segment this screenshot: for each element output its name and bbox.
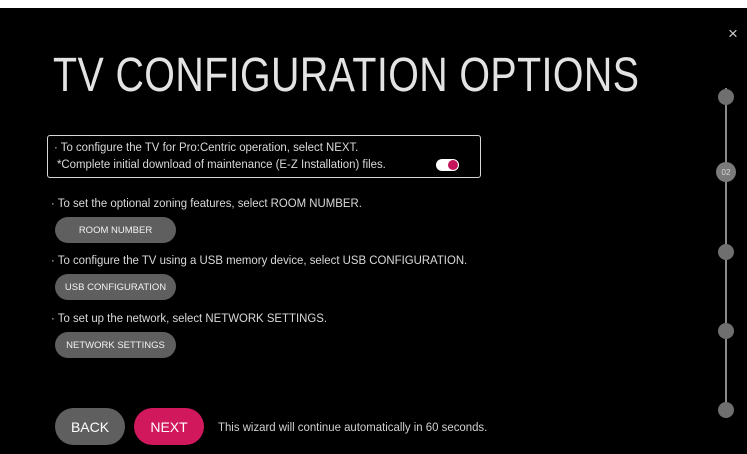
auto-continue-message: This wizard will continue automatically … xyxy=(218,420,488,434)
current-step-indicator: 02 xyxy=(716,162,736,182)
download-note: *Complete initial download of maintenanc… xyxy=(57,157,386,171)
room-number-instruction: · To set the optional zoning features, s… xyxy=(51,196,362,210)
download-toggle[interactable] xyxy=(436,159,459,171)
network-settings-button[interactable]: NETWORK SETTINGS xyxy=(55,332,176,358)
network-settings-instruction: · To set up the network, select NETWORK … xyxy=(51,311,327,325)
close-icon[interactable]: × xyxy=(725,25,741,42)
procentric-instruction: · To configure the TV for Pro:Centric op… xyxy=(54,140,359,154)
usb-configuration-instruction: · To configure the TV using a USB memory… xyxy=(51,253,468,267)
step-dot-icon xyxy=(718,89,734,105)
tv-screen: × TV CONFIGURATION OPTIONS · To configur… xyxy=(0,8,747,454)
step-dot-icon xyxy=(718,244,734,260)
usb-configuration-button[interactable]: USB CONFIGURATION xyxy=(55,274,176,300)
back-button[interactable]: BACK xyxy=(55,408,125,445)
next-button[interactable]: NEXT xyxy=(134,408,204,445)
step-dot-icon xyxy=(718,402,734,418)
toggle-knob xyxy=(448,160,458,170)
room-number-button[interactable]: ROOM NUMBER xyxy=(55,217,176,243)
step-dot-icon xyxy=(718,323,734,339)
page-title: TV CONFIGURATION OPTIONS xyxy=(53,49,640,102)
